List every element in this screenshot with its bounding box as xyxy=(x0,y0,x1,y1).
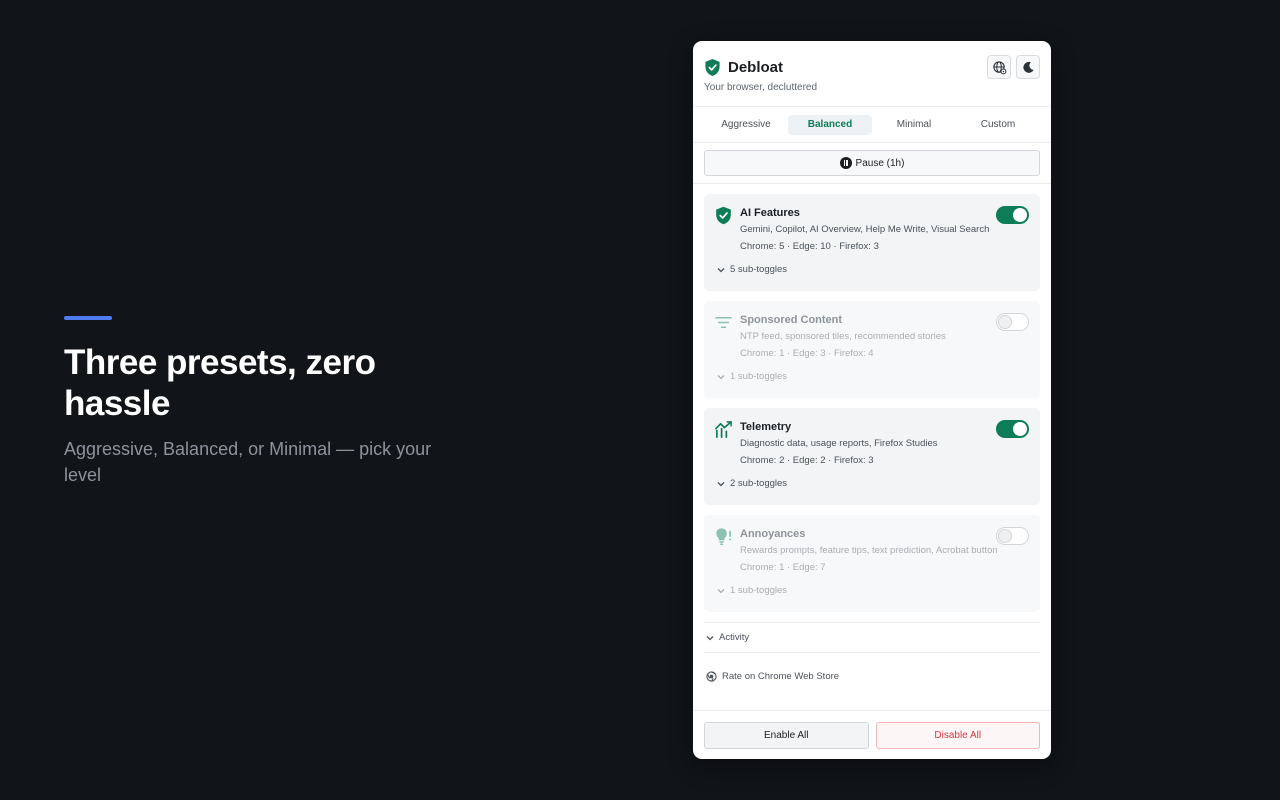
category-counts: Chrome: 1 · Edge: 3 · Firefox: 4 xyxy=(740,348,874,359)
category-description: Rewards prompts, feature tips, text pred… xyxy=(740,545,998,556)
category-description: NTP feed, sponsored tiles, recommended s… xyxy=(740,331,946,342)
chevron-down-icon xyxy=(706,635,714,640)
telemetry-toggle[interactable] xyxy=(996,420,1029,438)
subtoggles-label: 2 sub-toggles xyxy=(730,478,788,489)
category-counts: Chrome: 2 · Edge: 2 · Firefox: 3 xyxy=(740,455,874,466)
tab-minimal[interactable]: Minimal xyxy=(872,115,956,135)
activity-expander[interactable]: Activity xyxy=(704,622,1040,653)
language-button[interactable] xyxy=(987,55,1011,79)
disable-all-button[interactable]: Disable All xyxy=(875,722,1040,749)
ai-features-toggle[interactable] xyxy=(996,206,1029,224)
chart-icon xyxy=(714,420,733,439)
chevron-down-icon xyxy=(717,267,725,272)
subtoggles-expander[interactable]: 5 sub-toggles xyxy=(717,264,787,275)
category-title: Sponsored Content xyxy=(740,314,843,326)
enable-all-button[interactable]: Enable All xyxy=(704,722,869,749)
pause-button[interactable]: Pause (1h) xyxy=(704,150,1040,176)
hero-accent-bar xyxy=(64,316,112,320)
popup-footer: Enable All Disable All xyxy=(693,710,1051,759)
category-title: AI Features xyxy=(740,207,800,219)
category-card-sponsored-content: Sponsored Content NTP feed, sponsored ti… xyxy=(704,301,1040,398)
category-card-telemetry: Telemetry Diagnostic data, usage reports… xyxy=(704,408,1040,505)
toggle-knob xyxy=(998,529,1012,543)
subtoggles-label: 1 sub-toggles xyxy=(730,371,788,382)
subtoggles-label: 5 sub-toggles xyxy=(730,264,788,275)
hero-title: Three presets, zero hassle xyxy=(64,343,376,423)
subtoggles-expander[interactable]: 1 sub-toggles xyxy=(717,585,787,596)
dark-mode-button[interactable] xyxy=(1016,55,1040,79)
category-card-annoyances: Annoyances Rewards prompts, feature tips… xyxy=(704,515,1040,612)
subtoggles-expander[interactable]: 1 sub-toggles xyxy=(717,371,787,382)
preset-tabs: Aggressive Balanced Minimal Custom xyxy=(693,107,1051,143)
tab-custom[interactable]: Custom xyxy=(956,115,1040,135)
app-tagline: Your browser, decluttered xyxy=(704,82,818,93)
toggle-knob xyxy=(1013,208,1027,222)
shield-check-icon xyxy=(714,206,733,225)
rate-label: Rate on Chrome Web Store xyxy=(722,671,840,682)
subtoggles-label: 1 sub-toggles xyxy=(730,585,788,596)
pause-label: Pause (1h) xyxy=(855,157,905,169)
category-title: Telemetry xyxy=(740,421,792,433)
filter-icon xyxy=(714,313,733,332)
pause-section: Pause (1h) xyxy=(693,143,1051,184)
chevron-down-icon xyxy=(717,374,725,379)
shield-check-icon xyxy=(705,59,720,76)
category-title: Annoyances xyxy=(740,528,806,540)
tab-balanced[interactable]: Balanced xyxy=(788,114,872,135)
category-counts: Chrome: 1 · Edge: 7 xyxy=(740,562,826,573)
chrome-web-store-icon xyxy=(706,671,717,682)
activity-label: Activity xyxy=(719,632,750,643)
toggle-knob xyxy=(1013,422,1027,436)
subtoggles-expander[interactable]: 2 sub-toggles xyxy=(717,478,787,489)
globe-settings-icon xyxy=(992,60,1006,74)
hero-subtitle: Aggressive, Balanced, or Minimal — pick … xyxy=(64,439,432,485)
lightbulb-icon xyxy=(714,527,733,546)
category-description: Gemini, Copilot, AI Overview, Help Me Wr… xyxy=(740,224,990,235)
hero-section: Three presets, zero hassle Aggressive, B… xyxy=(64,316,464,488)
toggle-knob xyxy=(998,315,1012,329)
annoyances-toggle[interactable] xyxy=(996,527,1029,545)
sponsored-content-toggle[interactable] xyxy=(996,313,1029,331)
category-list: AI Features Gemini, Copilot, AI Overview… xyxy=(693,184,1051,612)
category-card-ai-features: AI Features Gemini, Copilot, AI Overview… xyxy=(704,194,1040,291)
tab-aggressive[interactable]: Aggressive xyxy=(704,115,788,135)
pause-icon xyxy=(839,157,852,169)
category-description: Diagnostic data, usage reports, Firefox … xyxy=(740,438,938,449)
chevron-down-icon xyxy=(717,481,725,486)
extension-popup: Debloat Your browser, decluttered Aggres xyxy=(693,41,1051,759)
rate-link[interactable]: Rate on Chrome Web Store xyxy=(706,671,1040,682)
moon-icon xyxy=(1022,61,1034,73)
chevron-down-icon xyxy=(717,588,725,593)
category-counts: Chrome: 5 · Edge: 10 · Firefox: 3 xyxy=(740,241,879,252)
popup-header: Debloat Your browser, decluttered xyxy=(693,41,1051,107)
app-name: Debloat xyxy=(728,59,784,76)
